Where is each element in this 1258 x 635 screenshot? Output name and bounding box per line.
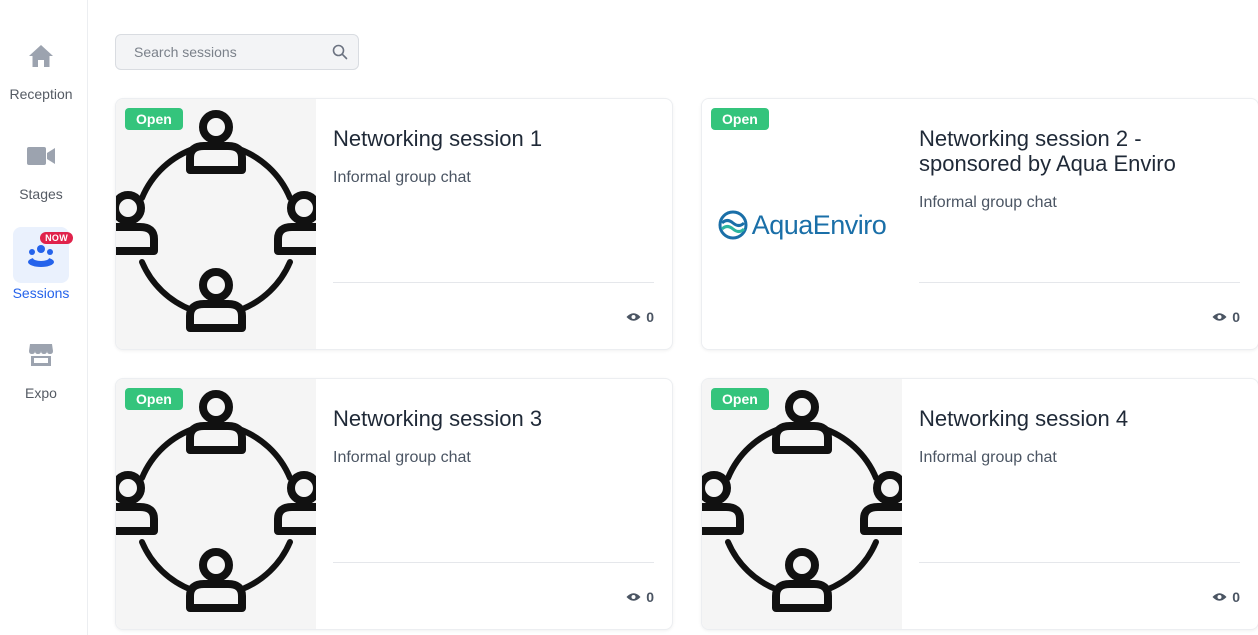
divider	[919, 282, 1240, 283]
view-count: 0	[626, 309, 654, 325]
eye-icon	[1212, 593, 1227, 601]
app-root: Reception Stages NOW Sessions Expo Searc…	[0, 0, 1258, 635]
now-badge: NOW	[40, 232, 73, 244]
session-description: Informal group chat	[919, 449, 1057, 466]
session-card[interactable]: Open Networking session 1 Informal group…	[115, 98, 673, 350]
search-box[interactable]	[115, 34, 359, 70]
sidebar-item-sessions[interactable]: NOW Sessions	[0, 227, 82, 317]
session-thumbnail: Open	[702, 379, 902, 629]
session-card[interactable]: Open AquaEnviro Networking session 2 - s…	[701, 98, 1258, 350]
search-input[interactable]	[134, 44, 332, 60]
search-icon[interactable]	[332, 44, 348, 60]
people-group-icon: NOW	[13, 227, 73, 283]
sidebar-item-label: Sessions	[12, 285, 70, 301]
eye-icon	[626, 593, 641, 601]
sidebar-item-label: Expo	[25, 385, 57, 401]
session-card[interactable]: Open Networking session 4 Informal group…	[701, 378, 1258, 630]
view-count-value: 0	[646, 589, 654, 605]
session-description: Informal group chat	[919, 194, 1057, 211]
divider	[333, 282, 654, 283]
view-count-value: 0	[1232, 589, 1240, 605]
view-count-value: 0	[646, 309, 654, 325]
session-title: Networking session 3	[333, 406, 543, 431]
session-card[interactable]: Open Networking session 3 Informal group…	[115, 378, 673, 630]
session-thumbnail: Open	[116, 379, 316, 629]
session-title: Networking session 4	[919, 406, 1129, 431]
network-circle-icon	[116, 390, 316, 620]
sidebar-item-label: Stages	[19, 186, 63, 202]
view-count: 0	[626, 589, 654, 605]
view-count: 0	[1212, 589, 1240, 605]
home-icon	[13, 28, 69, 84]
sidebar: Reception Stages NOW Sessions Expo	[0, 0, 88, 635]
network-circle-icon	[702, 390, 902, 620]
eye-icon	[1212, 313, 1227, 321]
session-thumbnail: Open	[116, 99, 316, 349]
open-badge: Open	[125, 388, 183, 410]
divider	[919, 562, 1240, 563]
open-badge: Open	[125, 108, 183, 130]
open-badge: Open	[711, 108, 769, 130]
logo-text: AquaEnviro	[751, 209, 887, 240]
open-badge: Open	[711, 388, 769, 410]
network-circle-icon	[116, 110, 316, 340]
view-count-value: 0	[1232, 309, 1240, 325]
aquaenviro-logo: AquaEnviro	[718, 210, 887, 241]
sidebar-item-label: Reception	[9, 86, 73, 102]
sidebar-item-reception[interactable]: Reception	[0, 28, 82, 118]
session-description: Informal group chat	[333, 169, 471, 186]
video-camera-icon	[13, 128, 69, 184]
session-thumbnail: Open AquaEnviro	[702, 99, 902, 349]
session-description: Informal group chat	[333, 449, 471, 466]
eye-icon	[626, 313, 641, 321]
session-title: Networking session 1	[333, 126, 543, 151]
divider	[333, 562, 654, 563]
storefront-icon	[13, 327, 69, 383]
aquaenviro-logo-mark	[718, 210, 748, 240]
view-count: 0	[1212, 309, 1240, 325]
sidebar-item-expo[interactable]: Expo	[0, 327, 82, 417]
session-title: Networking session 2 - sponsored by Aqua…	[919, 126, 1176, 176]
sidebar-item-stages[interactable]: Stages	[0, 128, 82, 218]
